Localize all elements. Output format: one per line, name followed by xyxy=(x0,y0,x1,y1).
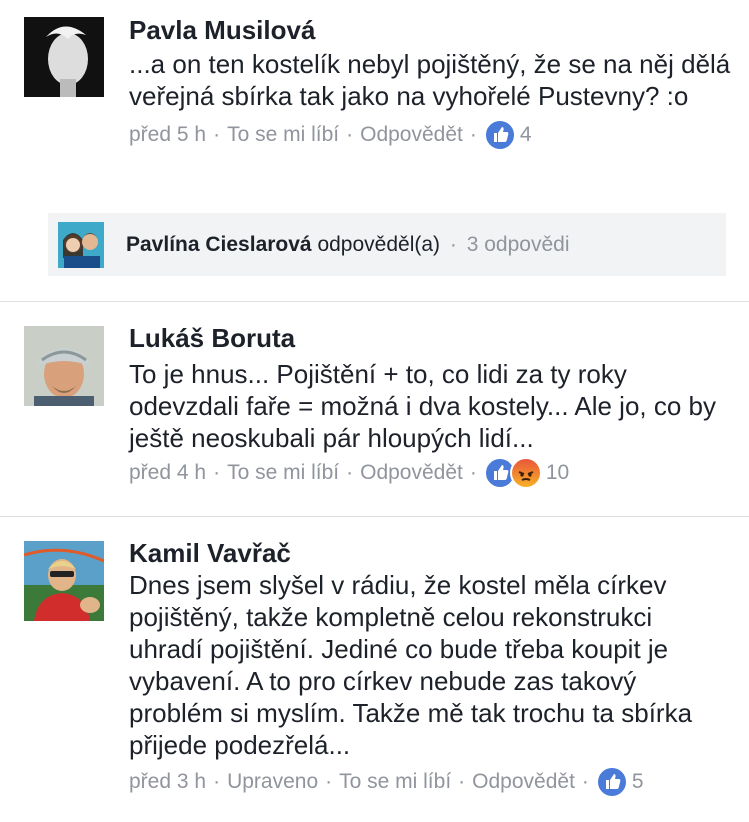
comment-text: ...a on ten kostelík nebyl pojištěný, že… xyxy=(129,49,731,111)
separator: · xyxy=(213,123,221,146)
like-button[interactable]: To se mi líbí xyxy=(227,457,339,489)
comment-meta: před 4 h · To se mi líbí · Odpovědět · 1… xyxy=(129,457,731,489)
separator: · xyxy=(346,461,354,484)
reply-button[interactable]: Odpovědět xyxy=(472,766,575,798)
reply-author[interactable]: Pavlína Cieslarová xyxy=(126,233,312,256)
like-button[interactable]: To se mi líbí xyxy=(227,119,339,151)
like-icon[interactable] xyxy=(595,766,628,798)
comment-author[interactable]: Lukáš Boruta xyxy=(129,322,731,354)
separator: · xyxy=(346,123,354,146)
like-icon[interactable] xyxy=(483,119,516,151)
edited-label[interactable]: Upraveno xyxy=(227,766,318,798)
reply-summary-text[interactable]: Pavlína Cieslarová odpověděl(a) · 3 odpo… xyxy=(126,233,570,257)
reaction-count[interactable]: 10 xyxy=(546,457,569,489)
like-button[interactable]: To se mi líbí xyxy=(339,766,451,798)
reply-avatar xyxy=(58,221,104,268)
divider xyxy=(0,516,749,517)
reply-count[interactable]: 3 odpovědi xyxy=(467,233,570,256)
comment-author[interactable]: Kamil Vavřač xyxy=(129,537,731,569)
timestamp[interactable]: před 5 h xyxy=(129,119,206,151)
separator: · xyxy=(458,770,466,793)
separator: · xyxy=(581,770,589,793)
reply-button[interactable]: Odpovědět xyxy=(360,119,463,151)
separator: · xyxy=(213,770,221,793)
divider xyxy=(0,301,749,302)
angry-icon[interactable] xyxy=(509,457,542,489)
reply-button[interactable]: Odpovědět xyxy=(360,457,463,489)
comment-meta: před 3 h · Upraveno · To se mi líbí · Od… xyxy=(129,766,731,798)
avatar[interactable] xyxy=(24,541,104,621)
separator: · xyxy=(469,461,477,484)
separator: · xyxy=(325,770,333,793)
separator: · xyxy=(449,232,457,256)
comment-meta: před 5 h · To se mi líbí · Odpovědět · 4 xyxy=(129,119,731,151)
separator: · xyxy=(469,123,477,146)
replies-summary[interactable]: Pavlína Cieslarová odpověděl(a) · 3 odpo… xyxy=(48,213,726,276)
comment-author[interactable]: Pavla Musilová xyxy=(129,14,731,46)
comment-text: Dnes jsem slyšel v rádiu, že kostel měla… xyxy=(129,570,693,760)
reply-action: odpověděl(a) xyxy=(317,232,441,256)
separator: · xyxy=(213,461,221,484)
reaction-count[interactable]: 5 xyxy=(632,766,644,798)
avatar[interactable] xyxy=(24,17,104,97)
avatar[interactable] xyxy=(24,326,104,406)
comment-text: To je hnus... Pojištění + to, co lidi za… xyxy=(129,359,716,453)
timestamp[interactable]: před 4 h xyxy=(129,457,206,489)
reaction-count[interactable]: 4 xyxy=(520,119,532,151)
timestamp[interactable]: před 3 h xyxy=(129,766,206,798)
